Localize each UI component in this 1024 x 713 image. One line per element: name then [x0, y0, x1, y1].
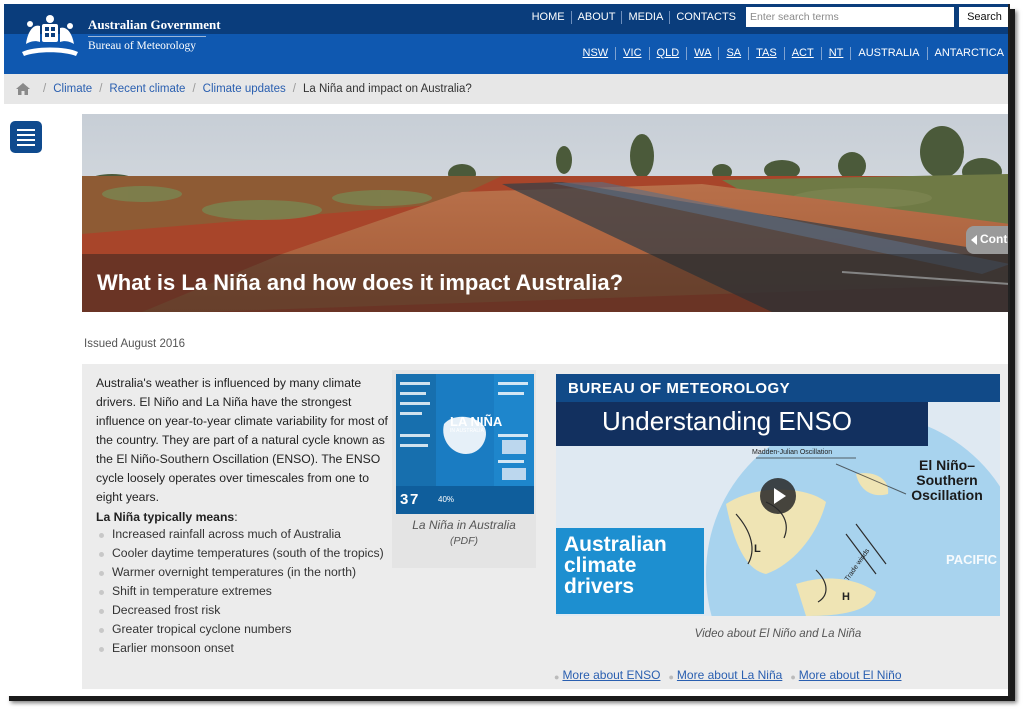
hamburger-menu-icon[interactable]: [10, 121, 42, 153]
state-wa[interactable]: WA: [687, 47, 720, 60]
page-title: What is La Niña and how does it impact A…: [97, 270, 624, 295]
enso-label: El Niño– Southern Oscillation: [911, 457, 983, 503]
related-links: ● More about ENSO ● More about La Niña ●…: [554, 668, 910, 682]
pdf-thumb-title: LA NIÑA: [450, 414, 503, 429]
breadcrumb-separator: /: [192, 83, 196, 95]
state-tas[interactable]: TAS: [749, 47, 785, 60]
issued-date: Issued August 2016: [84, 338, 186, 350]
search-button[interactable]: Search: [959, 7, 1008, 27]
list-item: Earlier monsoon onset: [96, 639, 392, 658]
site-header: Australian Government Bureau of Meteorol…: [4, 4, 1008, 74]
play-icon[interactable]: [760, 478, 796, 514]
breadcrumb-separator: /: [43, 83, 47, 95]
enso-video-player[interactable]: Madden-Julian Oscillation Trade winds H …: [556, 374, 1000, 616]
top-nav: HOME ABOUT MEDIA CONTACTS: [526, 11, 742, 24]
state-nt[interactable]: NT: [822, 47, 852, 60]
content-panel: Australia's weather is influenced by man…: [82, 364, 1008, 689]
state-act[interactable]: ACT: [785, 47, 822, 60]
pacific-label: PACIFIC: [946, 552, 998, 567]
bullet-icon: ●: [790, 672, 796, 682]
bullet-icon: ●: [554, 672, 560, 682]
state-qld[interactable]: QLD: [650, 47, 688, 60]
pdf-format-label: (PDF): [450, 535, 478, 547]
means-list: Increased rainfall across much of Austra…: [96, 525, 392, 658]
state-antarctica[interactable]: ANTARCTICA: [928, 47, 1004, 60]
breadcrumb-separator: /: [99, 83, 103, 95]
hero-banner: What is La Niña and how does it impact A…: [82, 114, 1008, 312]
article-text: Australia's weather is influenced by man…: [96, 374, 392, 658]
svg-text:Madden-Julian Oscillation: Madden-Julian Oscillation: [752, 449, 832, 456]
breadcrumb-separator: /: [292, 83, 296, 95]
state-sa[interactable]: SA: [719, 47, 750, 60]
breadcrumb-climate[interactable]: Climate: [53, 83, 92, 95]
list-item: Warmer overnight temperatures (in the no…: [96, 563, 392, 582]
drivers-label: Australian climate drivers: [564, 533, 667, 598]
svg-text:40%: 40%: [438, 495, 454, 504]
state-nsw[interactable]: NSW: [576, 47, 617, 60]
video-org-label: BUREAU OF METEOROLOGY: [568, 380, 791, 397]
gov-title: Australian Government: [88, 17, 221, 32]
state-vic[interactable]: VIC: [616, 47, 650, 60]
intro-paragraph: Australia's weather is influenced by man…: [96, 376, 388, 504]
link-more-el-nino[interactable]: More about El Niño: [799, 668, 902, 682]
search-input[interactable]: [746, 7, 954, 27]
state-nav: NSW VIC QLD WA SA TAS ACT NT AUSTRALIA A…: [576, 47, 1004, 60]
nav-about[interactable]: ABOUT: [572, 11, 623, 24]
list-item: Increased rainfall across much of Austra…: [96, 525, 392, 544]
list-item: Greater tropical cyclone numbers: [96, 620, 392, 639]
pdf-thumb-subtitle: IN AUSTRALIA: [450, 428, 484, 434]
svg-text:L: L: [754, 543, 761, 555]
video-title: Understanding ENSO: [602, 406, 853, 436]
link-more-la-nina[interactable]: More about La Niña: [677, 668, 782, 682]
svg-text:H: H: [842, 591, 850, 603]
pdf-caption[interactable]: La Niña in Australia: [392, 518, 536, 532]
nav-contacts[interactable]: CONTACTS: [670, 11, 742, 24]
bullet-icon: ●: [668, 672, 674, 682]
list-item: Cooler daytime temperatures (south of th…: [96, 544, 392, 563]
contents-tab[interactable]: Cont: [966, 226, 1008, 254]
state-nav-wrap: NSW VIC QLD WA SA TAS ACT NT AUSTRALIA A…: [4, 34, 1008, 74]
list-item: Shift in temperature extremes: [96, 582, 392, 601]
svg-text:7: 7: [410, 491, 418, 508]
page-frame: Australian Government Bureau of Meteorol…: [4, 4, 1010, 696]
breadcrumb-climate-updates[interactable]: Climate updates: [203, 83, 286, 95]
nav-home[interactable]: HOME: [526, 11, 572, 24]
home-icon[interactable]: [16, 83, 30, 95]
svg-text:3: 3: [400, 491, 408, 508]
video-caption: Video about El Niño and La Niña: [694, 628, 862, 640]
state-australia[interactable]: AUSTRALIA: [851, 47, 928, 60]
means-heading: La Niña typically means:: [96, 510, 238, 524]
breadcrumb-current: La Niña and impact on Australia?: [302, 83, 472, 95]
nav-media[interactable]: MEDIA: [622, 11, 671, 24]
la-nina-infographic-thumbnail[interactable]: 3 7 40%: [396, 374, 534, 514]
link-more-enso[interactable]: More about ENSO: [562, 668, 660, 682]
breadcrumb: / Climate / Recent climate / Climate upd…: [4, 74, 1008, 104]
breadcrumb-recent-climate[interactable]: Recent climate: [109, 83, 185, 95]
list-item: Decreased frost risk: [96, 601, 392, 620]
